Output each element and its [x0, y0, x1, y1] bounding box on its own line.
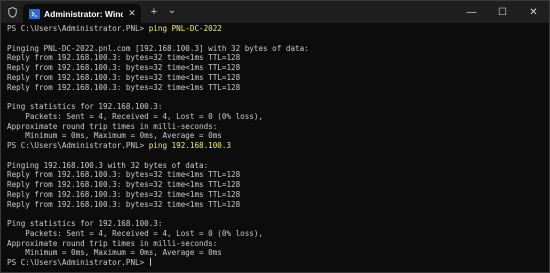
prompt-text: PS C:\Users\Administrator.PNL> [7, 258, 149, 267]
maximize-button[interactable]: ☐ [487, 1, 518, 23]
prompt-line: PS C:\Users\Administrator.PNL> ping 192.… [7, 141, 543, 151]
output-line: Packets: Sent = 4, Received = 4, Lost = … [7, 111, 264, 121]
output-line: Approximate round trip times in milli-se… [7, 121, 218, 131]
prompt-text: PS C:\Users\Administrator.PNL> [7, 141, 149, 150]
output-line: Reply from 192.168.100.3: bytes=32 time<… [7, 53, 241, 63]
minimize-button[interactable]: — [456, 1, 487, 23]
output-line: Pinging PNL-DC-2022.pnl.com [192.168.100… [7, 43, 309, 53]
tab-powershell[interactable]: Administrator: Windows Powe ✕ [23, 4, 141, 23]
dropdown-icon[interactable]: ⌄ [163, 1, 181, 23]
terminal-output[interactable]: PS C:\Users\Administrator.PNL> ping PNL-… [7, 24, 543, 268]
output-line: Packets: Sent = 4, Received = 4, Lost = … [7, 228, 264, 238]
output-line: Reply from 192.168.100.3: bytes=32 time<… [7, 63, 241, 72]
output-line: Reply from 192.168.100.3: bytes=32 time<… [7, 180, 241, 189]
output-line: Pinging 192.168.100.3 with 32 bytes of d… [7, 160, 209, 170]
output-line: Reply from 192.168.100.3: bytes=32 time<… [7, 199, 241, 209]
command-text: ping 192.168.100.3 [148, 141, 232, 150]
output-line: Minimum = 0ms, Maximum = 0ms, Average = … [7, 131, 222, 141]
new-tab-button[interactable]: + [145, 1, 163, 23]
output-line: Minimum = 0ms, Maximum = 0ms, Average = … [7, 248, 222, 258]
prompt-line: PS C:\Users\Administrator.PNL> ping PNL-… [7, 24, 543, 34]
output-line: Reply from 192.168.100.3: bytes=32 time<… [7, 82, 241, 92]
output-line: Reply from 192.168.100.3: bytes=32 time<… [7, 189, 241, 199]
terminal-window: Administrator: Windows Powe ✕ + ⌄ — ☐ ✕ … [0, 0, 550, 273]
title-bar[interactable]: Administrator: Windows Powe ✕ + ⌄ — ☐ ✕ [1, 1, 549, 23]
close-button[interactable]: ✕ [518, 1, 549, 23]
text-cursor [149, 258, 151, 266]
output-line: Reply from 192.168.100.3: bytes=32 time<… [7, 170, 241, 180]
output-line: Reply from 192.168.100.3: bytes=32 time<… [7, 72, 241, 82]
prompt-line: PS C:\Users\Administrator.PNL> [7, 258, 543, 268]
command-text: ping PNL-DC-2022 [148, 24, 222, 33]
tab-title: Administrator: Windows Powe [44, 8, 123, 19]
output-line: Ping statistics for 192.168.100.3: [7, 219, 163, 228]
output-line: Approximate round trip times in milli-se… [7, 238, 218, 248]
output-line: Ping statistics for 192.168.100.3: [7, 102, 163, 111]
tab-close-icon[interactable]: ✕ [127, 8, 137, 19]
prompt-text: PS C:\Users\Administrator.PNL> [7, 24, 149, 33]
powershell-icon [29, 8, 40, 19]
admin-shield-icon [1, 1, 23, 23]
